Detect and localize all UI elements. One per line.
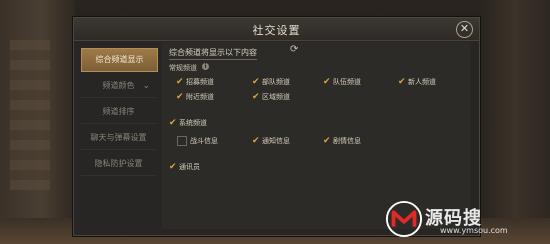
background-scene-left: [0, 0, 75, 244]
info-icon[interactable]: i: [202, 63, 209, 70]
chevron-down-icon: ⌄: [142, 81, 150, 91]
check-icon: ✔: [323, 136, 331, 146]
checkbox-newbie-channel[interactable]: ✔ 新人频道: [398, 76, 436, 88]
checkbox-empty: [177, 136, 187, 146]
checkbox-communicator[interactable]: ✔ 通讯员: [169, 161, 200, 173]
checkbox-team-channel[interactable]: ✔ 队伍频道: [323, 76, 361, 88]
sidebar-item-general-channel-display[interactable]: 综合频道显示: [81, 48, 158, 72]
checkbox-label: 招募频道: [186, 78, 214, 86]
checkbox-story-info[interactable]: ✔ 剧情信息: [323, 135, 361, 147]
sidebar-item-label: 隐私防护设置: [94, 159, 143, 168]
check-icon: ✔: [176, 77, 184, 87]
checkbox-label: 队伍频道: [333, 78, 361, 86]
check-icon: ✔: [323, 77, 331, 87]
checkbox-region-channel[interactable]: ✔ 区域频道: [252, 91, 290, 103]
settings-sidebar: 综合频道显示 频道颜色 ⌄ 频道排序 聊天与弹幕设置 隐私防护设置: [81, 48, 158, 179]
watermark-url: www.ymsou.com: [440, 226, 508, 235]
settings-content: 综合频道将显示以下内容 ⟳ 常规频道 i ✔ 招募频道 ✔ 部队频道 ✔ 队伍频…: [162, 42, 470, 229]
panel-header: 社交设置 ✕: [74, 18, 479, 41]
sidebar-item-channel-color[interactable]: 频道颜色 ⌄: [81, 75, 156, 98]
check-icon: ✔: [252, 77, 260, 87]
checkbox-battle-info[interactable]: 战斗信息: [176, 135, 218, 147]
sidebar-item-channel-order[interactable]: 频道排序: [81, 101, 156, 124]
checkbox-label: 通知信息: [262, 137, 290, 145]
check-icon: ✔: [252, 92, 260, 102]
display-info-text: 综合频道将显示以下内容: [169, 47, 257, 60]
checkbox-label: 部队频道: [262, 78, 290, 86]
checkbox-label: 剧情信息: [333, 137, 361, 145]
checkbox-notice-info[interactable]: ✔ 通知信息: [252, 135, 290, 147]
checkbox-recruit-channel[interactable]: ✔ 招募频道: [176, 76, 214, 88]
close-icon: ✕: [459, 22, 470, 35]
checkbox-label: 新人频道: [408, 78, 436, 86]
checkbox-label: 通讯员: [179, 163, 200, 171]
checkbox-label: 附近频道: [186, 93, 214, 101]
background-scene-right: [480, 0, 550, 244]
refresh-icon[interactable]: ⟳: [290, 44, 298, 55]
checkbox-label: 区域频道: [262, 93, 290, 101]
check-icon: ✔: [169, 162, 177, 172]
checkbox-troop-channel[interactable]: ✔ 部队频道: [252, 76, 290, 88]
sidebar-item-label: 聊天与弹幕设置: [90, 133, 147, 142]
checkbox-label: 战斗信息: [190, 137, 218, 145]
panel-title: 社交设置: [252, 24, 301, 37]
checkbox-system-channel[interactable]: ✔ 系统频道: [169, 117, 207, 129]
check-icon: ✔: [176, 92, 184, 102]
regular-channels-label: 常规频道: [169, 64, 197, 72]
sidebar-item-label: 综合频道显示: [95, 55, 144, 64]
sidebar-item-privacy[interactable]: 隐私防护设置: [81, 153, 156, 176]
checkbox-nearby-channel[interactable]: ✔ 附近频道: [176, 91, 214, 103]
sidebar-item-chat-danmaku[interactable]: 聊天与弹幕设置: [81, 127, 156, 150]
check-icon: ✔: [398, 77, 406, 87]
sidebar-item-label: 频道排序: [102, 107, 135, 116]
check-icon: ✔: [252, 136, 260, 146]
sidebar-item-label: 频道颜色: [102, 81, 135, 90]
watermark-logo-icon: [385, 200, 423, 238]
checkbox-label: 系统频道: [179, 119, 207, 127]
check-icon: ✔: [169, 118, 177, 128]
close-button[interactable]: ✕: [456, 21, 473, 38]
